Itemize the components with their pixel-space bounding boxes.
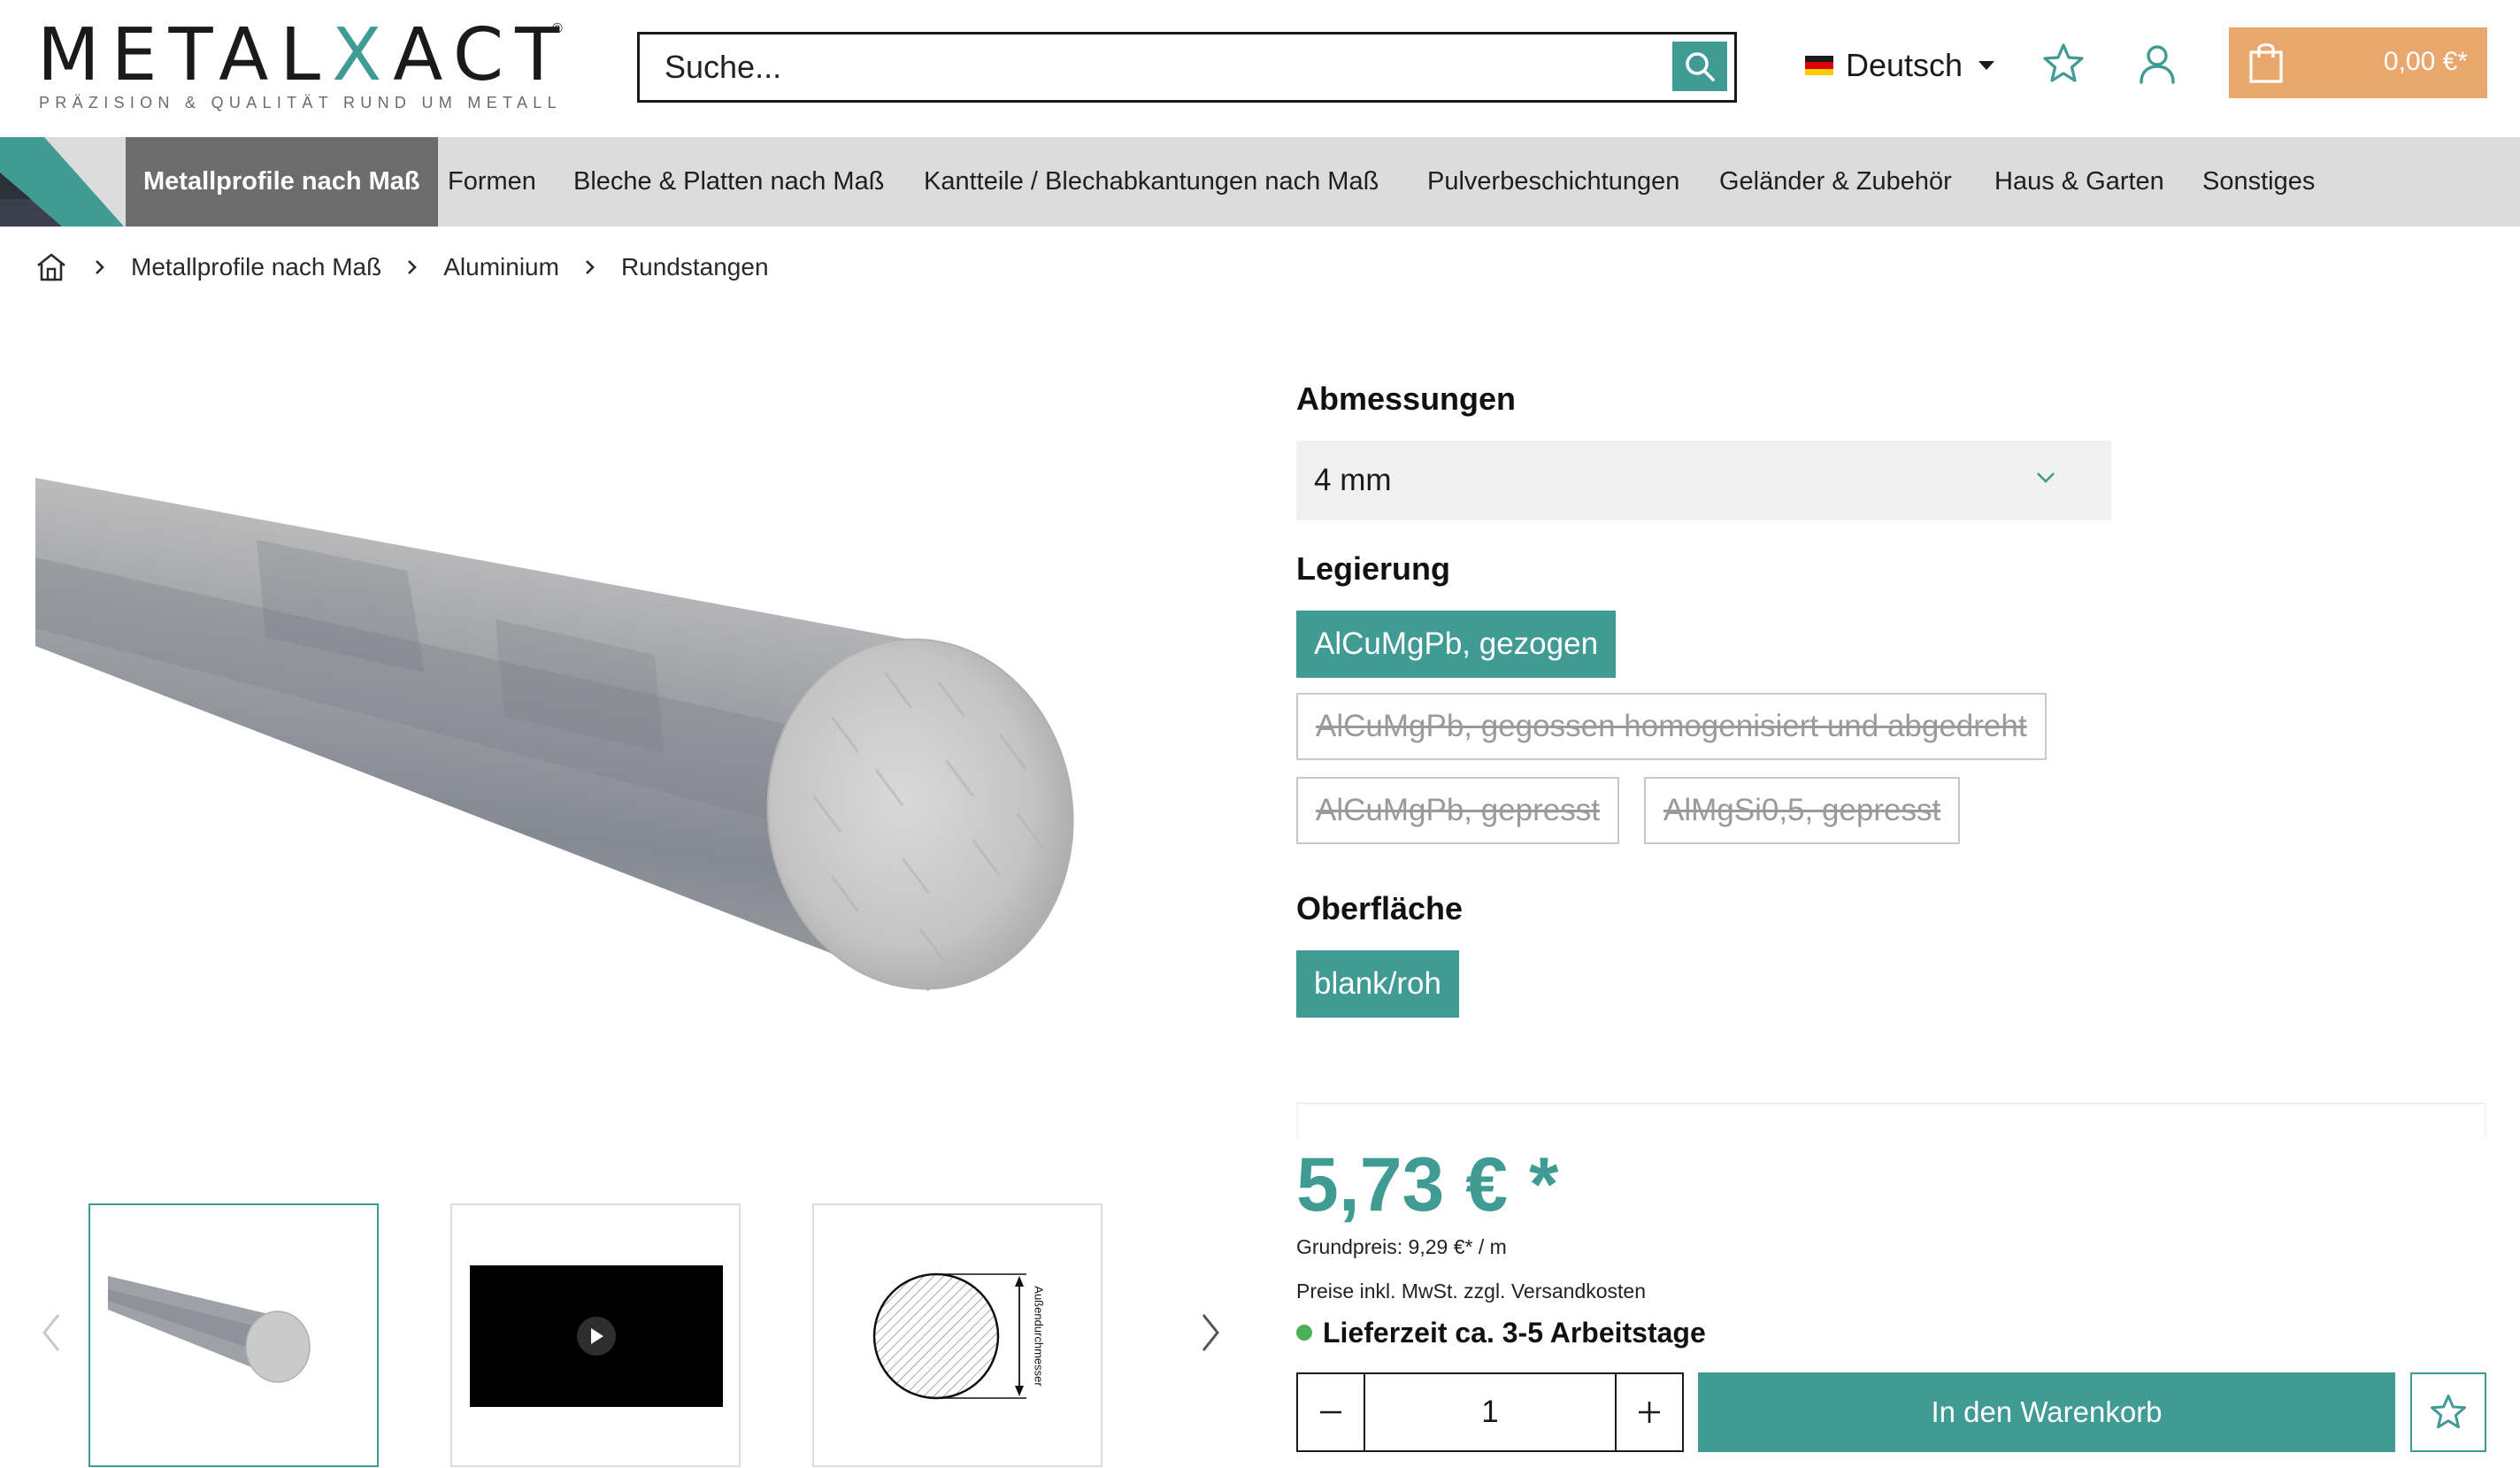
- nav-item-metallprofile[interactable]: Metallprofile nach Maß: [126, 137, 438, 227]
- alloy-title: Legierung: [1296, 550, 1451, 587]
- nav-item-bleche[interactable]: Bleche & Platten nach Maß: [573, 137, 884, 227]
- thumbnail-slider: Außendurchmesser: [27, 1202, 1248, 1467]
- thumbnail-next-button[interactable]: [1193, 1306, 1228, 1359]
- registered-mark: ®: [552, 21, 563, 36]
- breadcrumb: Metallprofile nach Maß Aluminium Rundsta…: [34, 248, 769, 287]
- user-icon: [2140, 45, 2175, 84]
- video-thumbnail: [470, 1265, 723, 1407]
- delivery-time: Lieferzeit ca. 3-5 Arbeitstage: [1296, 1315, 1706, 1350]
- cart-button[interactable]: 0,00 €*: [2229, 27, 2487, 98]
- chevron-right-icon: [559, 258, 621, 276]
- breadcrumb-item-metallprofile[interactable]: Metallprofile nach Maß: [131, 253, 381, 281]
- thumbnail-round-bar[interactable]: [88, 1203, 379, 1467]
- nav-item-pulverbeschichtungen[interactable]: Pulverbeschichtungen: [1427, 137, 1679, 227]
- chevron-right-icon: [69, 258, 131, 276]
- main-navigation: Metallprofile nach Maß Formen Bleche & P…: [0, 137, 2520, 227]
- add-to-wishlist-button[interactable]: [2410, 1372, 2486, 1452]
- quantity-decrease-button[interactable]: [1298, 1374, 1365, 1450]
- search-box: [637, 32, 1737, 103]
- quantity-increase-button[interactable]: [1615, 1374, 1682, 1450]
- thumbnail-video[interactable]: [450, 1203, 741, 1467]
- chevron-left-icon: [42, 1314, 60, 1351]
- surface-title: Oberfläche: [1296, 890, 1464, 926]
- nav-decoration: [0, 137, 124, 227]
- search-button[interactable]: [1672, 42, 1727, 91]
- breadcrumb-home[interactable]: [34, 250, 69, 285]
- logo-wordmark: METALXACT: [37, 13, 572, 97]
- nav-item-kantteile[interactable]: Kantteile / Blechabkantungen nach Maß: [924, 137, 1379, 227]
- breadcrumb-item-rundstangen[interactable]: Rundstangen: [621, 253, 769, 281]
- round-bar-thumbnail: [108, 1276, 311, 1383]
- language-label: Deutsch: [1846, 47, 1963, 83]
- dimensions-select[interactable]: 4 mm: [1296, 441, 2111, 520]
- cart-total: 0,00 €*: [2383, 47, 2468, 76]
- metalxact-logo[interactable]: METALXACT ® PRÄZISION & QUALITÄT RUND UM…: [37, 19, 568, 117]
- tax-note: Preise inkl. MwSt. zzgl. Versandkosten: [1296, 1280, 1646, 1303]
- alloy-option-alcumgpb-gegossen[interactable]: AlCuMgPb, gegossen homogenisiert und abg…: [1296, 693, 2047, 760]
- chevron-down-icon: [2037, 473, 2055, 483]
- quantity-stepper: 1: [1296, 1372, 1684, 1452]
- surface-option-blank-roh[interactable]: blank/roh: [1296, 950, 1459, 1018]
- price-box-divider: [1296, 1103, 2486, 1138]
- home-icon: [37, 253, 65, 281]
- alloy-option-almgsi-gepresst[interactable]: AlMgSi0,5, gepresst: [1644, 777, 1961, 844]
- plus-icon: [1639, 1402, 1660, 1423]
- caret-down-icon: [1978, 61, 1995, 70]
- cross-section-drawing: [872, 1272, 1026, 1400]
- star-icon: [2043, 43, 2084, 82]
- nav-item-formen[interactable]: Formen: [448, 137, 536, 227]
- quantity-input[interactable]: 1: [1365, 1374, 1615, 1450]
- chevron-right-icon: [381, 258, 443, 276]
- logo-tagline: PRÄZISION & QUALITÄT RUND UM METALL: [39, 94, 562, 111]
- delivery-label: Lieferzeit ca. 3-5 Arbeitstage: [1323, 1316, 1706, 1349]
- chevron-right-icon: [1202, 1314, 1219, 1351]
- base-price: Grundpreis: 9,29 €* / m: [1296, 1235, 1507, 1258]
- shopping-bag-icon: [2249, 42, 2283, 83]
- diameter-label: Außendurchmesser: [1032, 1286, 1046, 1387]
- star-icon: [2431, 1395, 2466, 1429]
- alloy-option-alcumgpb-gezogen[interactable]: AlCuMgPb, gezogen: [1296, 611, 1617, 678]
- delivery-status-dot: [1296, 1325, 1312, 1341]
- germany-flag-icon: [1805, 56, 1833, 75]
- search-input[interactable]: [640, 35, 1666, 100]
- nav-item-gelaender[interactable]: Geländer & Zubehör: [1719, 137, 1952, 227]
- minus-icon: [1320, 1410, 1341, 1414]
- alloy-option-alcumgpb-gepresst[interactable]: AlCuMgPb, gepresst: [1296, 777, 1619, 844]
- thumbnail-drawing[interactable]: Außendurchmesser: [812, 1203, 1102, 1467]
- nav-item-sonstiges[interactable]: Sonstiges: [2202, 137, 2315, 227]
- dimensions-title: Abmessungen: [1296, 380, 1517, 417]
- search-icon: [1686, 52, 1715, 81]
- account-button[interactable]: [2131, 37, 2184, 90]
- product-main-image[interactable]: [35, 380, 1221, 1133]
- product-price: 5,73 € *: [1296, 1142, 1559, 1227]
- add-to-cart-button[interactable]: In den Warenkorb: [1698, 1372, 2395, 1452]
- nav-item-haus-garten[interactable]: Haus & Garten: [1994, 137, 2164, 227]
- site-header: METALXACT ® PRÄZISION & QUALITÄT RUND UM…: [0, 0, 2520, 137]
- wishlist-button[interactable]: [2037, 37, 2090, 90]
- dimensions-value: 4 mm: [1314, 463, 1392, 497]
- breadcrumb-item-aluminium[interactable]: Aluminium: [443, 253, 559, 281]
- thumbnail-prev-button[interactable]: [34, 1306, 69, 1359]
- language-selector[interactable]: Deutsch: [1805, 41, 1995, 90]
